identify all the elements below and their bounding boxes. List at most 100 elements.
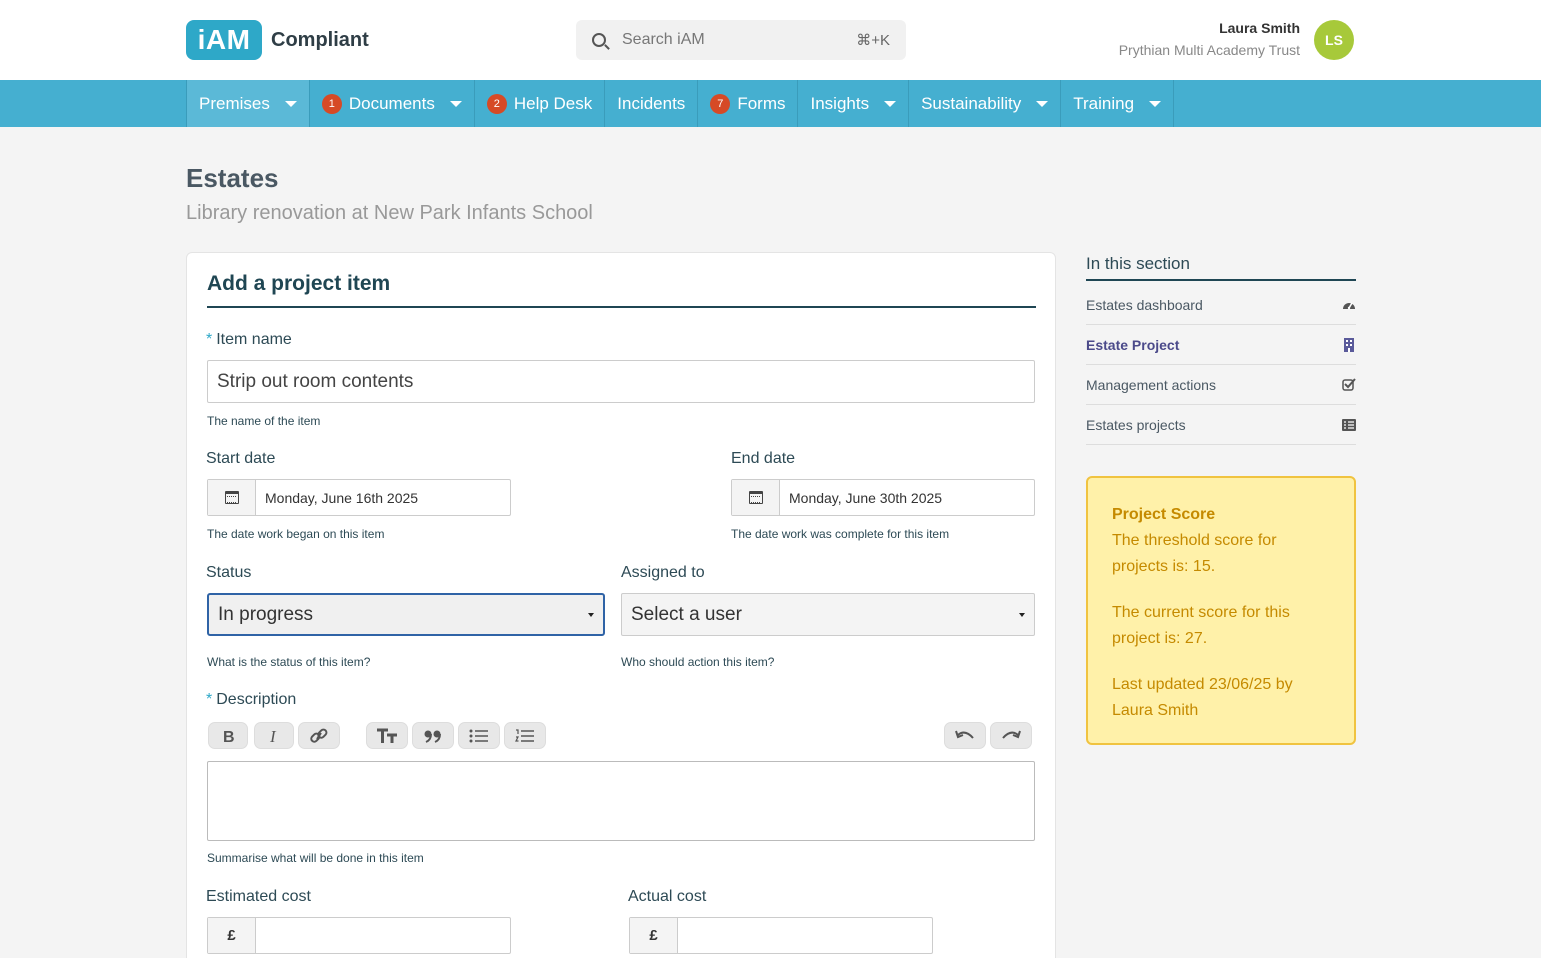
bullet-list-button[interactable] (458, 722, 500, 749)
bullet-list-icon (469, 729, 488, 742)
threshold-score-text: The threshold score for projects is: 15. (1112, 532, 1277, 575)
status-select[interactable]: In progress (207, 593, 605, 636)
end-date-calendar-button[interactable] (732, 480, 780, 515)
project-score-panel: Project Score The threshold score for pr… (1086, 476, 1356, 745)
sidebar-item-management-actions[interactable]: Management actions (1086, 365, 1356, 405)
sidebar-item-estates-dashboard[interactable]: Estates dashboard (1086, 285, 1356, 325)
nav-item-help-desk[interactable]: 2 Help Desk (475, 80, 606, 127)
actual-cost-label: Actual cost (628, 888, 707, 905)
heading-button[interactable] (366, 722, 408, 749)
label-text: Description (216, 691, 297, 708)
dropdown-caret-icon (1019, 612, 1025, 617)
dashboard-icon (1342, 299, 1356, 311)
start-date-hint: The date work began on this item (207, 527, 385, 541)
dropdown-caret-icon (588, 612, 594, 617)
section-nav-title: In this section (1086, 254, 1190, 273)
sidebar-item-label: Estates dashboard (1086, 296, 1203, 313)
label-text: Item name (216, 331, 292, 348)
main-nav: Premises 1 Documents 2 Help Desk Inciden… (0, 80, 1541, 127)
italic-button[interactable]: I (254, 722, 294, 749)
page-title: Estates (186, 163, 279, 193)
nav-item-training[interactable]: Training (1061, 80, 1175, 127)
currency-symbol: £ (630, 918, 678, 953)
undo-button[interactable] (944, 722, 986, 749)
nav-item-premises[interactable]: Premises (187, 80, 310, 127)
undo-icon (955, 730, 974, 739)
nav-item-sustainability[interactable]: Sustainability (909, 80, 1062, 127)
nav-label: Sustainability (921, 93, 1022, 113)
calendar-icon (224, 491, 239, 504)
end-date-hint: The date work was complete for this item (731, 527, 950, 541)
brand-logo[interactable]: iAM Compliant (186, 20, 369, 60)
link-button[interactable] (298, 722, 340, 749)
nav-item-incidents[interactable]: Incidents (605, 80, 699, 127)
currency-symbol: £ (208, 918, 256, 953)
actual-cost-field[interactable]: £ (629, 917, 933, 954)
item-name-hint: The name of the item (207, 414, 321, 428)
required-marker: * (206, 331, 213, 348)
notification-badge: 7 (710, 93, 731, 114)
caret-down-icon (1149, 100, 1162, 107)
bold-button[interactable]: B (208, 722, 248, 749)
nav-label: Help Desk (513, 93, 593, 113)
sidebar-item-estate-project[interactable]: Estate Project (1086, 325, 1356, 365)
italic-icon: I (269, 728, 277, 744)
caret-down-icon (1036, 100, 1049, 107)
quote-button[interactable] (412, 722, 454, 749)
nav-label: Forms (737, 93, 786, 113)
divider (1086, 279, 1356, 281)
nav-label: Incidents (617, 93, 686, 113)
redo-button[interactable] (990, 722, 1032, 749)
start-date-label: Start date (206, 450, 276, 467)
nav-item-insights[interactable]: Insights (798, 80, 910, 127)
divider (207, 306, 1036, 308)
search-shortcut: ⌘+K (856, 32, 890, 49)
status-value: In progress (218, 603, 314, 625)
sidebar-item-label: Estates projects (1086, 416, 1186, 433)
notification-badge: 1 (321, 93, 342, 114)
current-score-text: The current score for this project is: 2… (1112, 604, 1290, 647)
svg-text:B: B (223, 729, 235, 744)
sidebar-item-label: Estate Project (1086, 336, 1180, 353)
caret-down-icon (884, 100, 897, 107)
caret-down-icon (284, 100, 297, 107)
item-name-label: * Item name (206, 331, 292, 349)
search-input[interactable]: Search iAM (622, 31, 856, 49)
description-editor[interactable] (207, 761, 1035, 841)
avatar[interactable]: LS (1314, 20, 1354, 60)
start-date-calendar-button[interactable] (208, 480, 256, 515)
nav-item-documents[interactable]: 1 Documents (310, 80, 475, 127)
status-hint: What is the status of this item? (207, 655, 371, 669)
sidebar-item-estates-projects[interactable]: Estates projects (1086, 405, 1356, 445)
svg-text:I: I (269, 728, 277, 744)
start-date-value: Monday, June 16th 2025 (265, 489, 419, 506)
end-date-label: End date (731, 450, 796, 467)
required-marker: * (206, 691, 213, 708)
numbered-list-icon (515, 728, 534, 742)
redo-icon (1002, 730, 1021, 739)
top-bar: iAM Compliant Search iAM ⌘+K Laura Smith… (0, 0, 1541, 80)
heading-icon (377, 728, 397, 743)
caret-down-icon (449, 100, 462, 107)
user-organisation: Prythian Multi Academy Trust (1118, 42, 1300, 58)
numbered-list-button[interactable] (504, 722, 546, 749)
logo-text: Compliant (271, 28, 369, 51)
score-title: Project Score (1112, 506, 1216, 523)
nav-label: Insights (810, 93, 870, 113)
sidebar-item-label: Management actions (1086, 376, 1216, 393)
bold-icon: B (223, 729, 235, 744)
end-date-field[interactable]: Monday, June 30th 2025 (731, 479, 1035, 516)
notification-badge: 2 (486, 93, 507, 114)
estimated-cost-field[interactable]: £ (207, 917, 511, 954)
nav-item-forms[interactable]: 7 Forms (698, 80, 799, 127)
link-icon (310, 728, 328, 743)
item-name-input[interactable]: Strip out room contents (207, 360, 1035, 403)
calendar-icon (748, 491, 763, 504)
form-title: Add a project item (207, 272, 391, 295)
end-date-value: Monday, June 30th 2025 (789, 489, 943, 506)
assigned-to-label: Assigned to (621, 564, 705, 581)
start-date-field[interactable]: Monday, June 16th 2025 (207, 479, 511, 516)
assigned-to-select[interactable]: Select a user (621, 593, 1035, 636)
building-icon (1342, 337, 1356, 352)
search-box[interactable]: Search iAM ⌘+K (576, 20, 906, 60)
